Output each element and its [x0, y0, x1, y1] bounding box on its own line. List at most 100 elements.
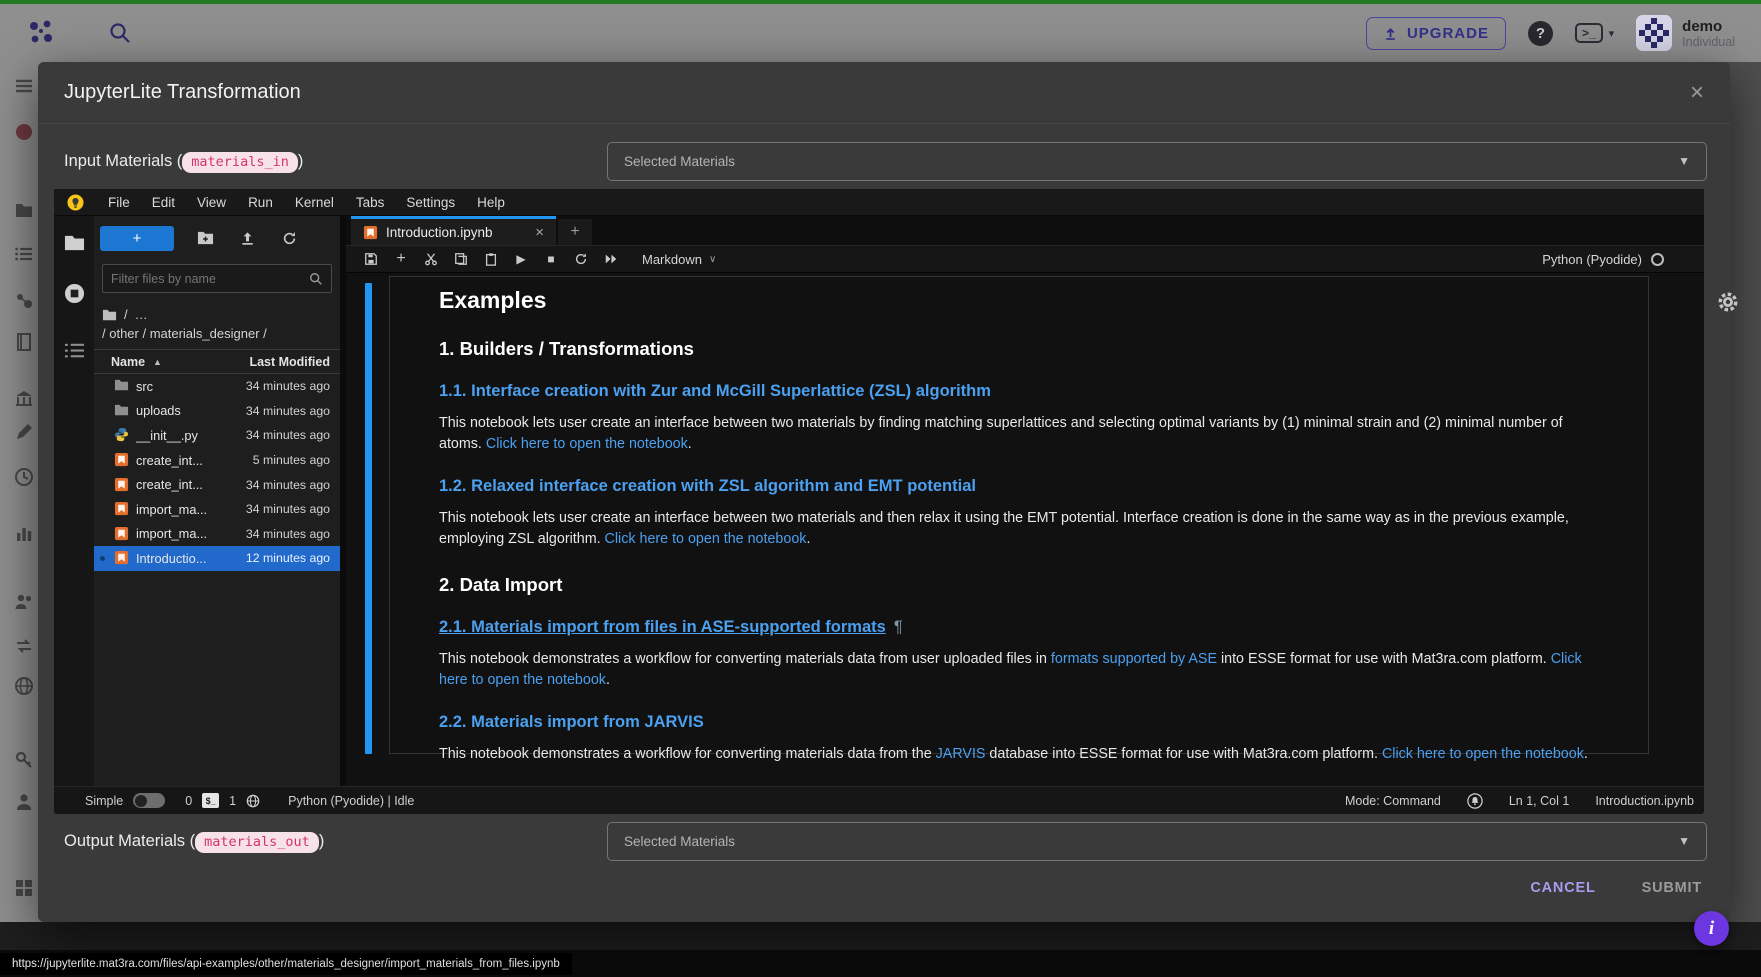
sidebar-pen-icon[interactable] — [14, 422, 34, 442]
search-icon[interactable] — [108, 21, 132, 45]
cut-cell-icon[interactable] — [418, 248, 444, 270]
kernel-status-text[interactable]: Python (Pyodide) | Idle — [288, 794, 414, 808]
markdown-cell[interactable]: Examples 1. Builders / Transformations 1… — [389, 276, 1649, 754]
link-open-notebook[interactable]: Click here to open the notebook — [486, 436, 688, 452]
copy-cell-icon[interactable] — [448, 248, 474, 270]
new-folder-button[interactable] — [184, 226, 226, 251]
menu-kernel[interactable]: Kernel — [284, 195, 345, 210]
sidebar-folder-icon[interactable] — [14, 200, 34, 220]
anchor-pilcrow-icon[interactable]: ¶ — [894, 618, 903, 636]
menu-run[interactable]: Run — [237, 195, 284, 210]
sidebar-person-icon[interactable] — [14, 792, 34, 812]
sidebar-bank-icon[interactable] — [14, 388, 34, 408]
sidebar-book-icon[interactable] — [14, 332, 34, 352]
column-name[interactable]: Name — [111, 355, 145, 369]
heading-2-1: 2.1. Materials import from files in ASE-… — [439, 618, 1604, 637]
column-last-modified[interactable]: Last Modified — [249, 355, 330, 369]
sidebar-atoms-icon[interactable] — [14, 291, 34, 311]
bell-icon[interactable] — [1467, 793, 1483, 809]
filter-files-input[interactable] — [111, 272, 309, 286]
active-cell-indicator[interactable] — [365, 283, 372, 754]
user-menu[interactable]: demo Individual — [1636, 15, 1735, 51]
file-row[interactable]: src 34 minutes ago — [94, 374, 340, 399]
table-of-contents-tab-icon[interactable] — [64, 341, 85, 362]
menu-tabs[interactable]: Tabs — [345, 195, 396, 210]
link-jarvis[interactable]: JARVIS — [936, 746, 986, 762]
link-ase-import-heading[interactable]: 2.1. Materials import from files in ASE-… — [439, 618, 886, 636]
file-browser-tab-icon[interactable] — [64, 233, 85, 254]
console-menu-button[interactable]: >_ ▾ — [1575, 23, 1614, 43]
insert-cell-icon[interactable]: + — [388, 248, 414, 270]
home-folder-icon[interactable] — [102, 308, 117, 321]
menu-edit[interactable]: Edit — [141, 195, 186, 210]
link-open-notebook[interactable]: Click here to open the notebook — [1382, 746, 1584, 762]
upgrade-button[interactable]: UPGRADE — [1366, 17, 1506, 50]
command-mode-indicator[interactable]: Mode: Command — [1345, 794, 1441, 808]
paste-cell-icon[interactable] — [478, 248, 504, 270]
menu-view[interactable]: View — [186, 195, 237, 210]
sidebar-menu-icon[interactable] — [14, 76, 34, 96]
info-button[interactable]: i — [1694, 911, 1729, 946]
breadcrumb-root[interactable]: / — [124, 307, 128, 322]
link-ase-formats[interactable]: formats supported by ASE — [1051, 651, 1217, 667]
notebook-toolbar: + ▶ ■ — [346, 246, 1704, 273]
output-selected-materials-select[interactable]: Selected Materials ▼ — [607, 822, 1707, 861]
link-zsl-heading[interactable]: 1.1. Interface creation with Zur and McG… — [439, 382, 991, 400]
gear-icon[interactable] — [1716, 290, 1740, 314]
file-row[interactable]: __init__.py 34 minutes ago — [94, 423, 340, 448]
sidebar-people-icon[interactable] — [14, 592, 34, 612]
close-icon[interactable]: × — [1690, 81, 1704, 105]
sidebar-key-icon[interactable] — [14, 750, 34, 770]
file-row[interactable]: import_ma... 34 minutes ago — [94, 497, 340, 522]
breadcrumb-ellipsis[interactable]: … — [135, 307, 148, 322]
dialog-title: JupyterLite Transformation — [64, 81, 301, 104]
help-icon[interactable]: ? — [1528, 21, 1553, 46]
input-materials-label: Input Materials (materials_in) — [38, 152, 303, 171]
file-row[interactable]: create_int... 34 minutes ago — [94, 472, 340, 497]
restart-run-all-icon[interactable] — [598, 248, 624, 270]
file-row[interactable]: uploads 34 minutes ago — [94, 399, 340, 424]
sidebar-globe-icon[interactable] — [14, 676, 34, 696]
tab-introduction-ipynb[interactable]: Introduction.ipynb × — [351, 216, 556, 245]
file-row[interactable]: import_ma... 34 minutes ago — [94, 522, 340, 547]
save-icon[interactable] — [358, 248, 384, 270]
run-cell-icon[interactable]: ▶ — [508, 248, 534, 270]
sidebar-logo-icon[interactable] — [14, 122, 34, 142]
submit-button[interactable]: SUBMIT — [1642, 880, 1702, 896]
simple-mode-toggle[interactable] — [133, 793, 165, 808]
python-icon — [114, 427, 130, 443]
brand-logo-icon[interactable] — [26, 18, 56, 48]
cell-type-select[interactable]: Markdown ∨ — [642, 252, 716, 267]
sidebar-swap-icon[interactable] — [14, 636, 34, 656]
stop-kernel-icon[interactable]: ■ — [538, 248, 564, 270]
sidebar-clock-icon[interactable] — [14, 467, 34, 487]
refresh-button[interactable] — [268, 226, 310, 251]
close-tab-icon[interactable]: × — [521, 224, 544, 241]
upload-button[interactable] — [226, 226, 268, 251]
link-emt-heading[interactable]: 1.2. Relaxed interface creation with ZSL… — [439, 477, 976, 495]
cancel-button[interactable]: CANCEL — [1530, 880, 1595, 896]
menu-file[interactable]: File — [97, 195, 141, 210]
folder-icon — [114, 403, 130, 419]
link-jarvis-heading[interactable]: 2.2. Materials import from JARVIS — [439, 713, 704, 731]
link-open-notebook[interactable]: Click here to open the notebook — [605, 531, 807, 547]
input-selected-materials-select[interactable]: Selected Materials ▼ — [607, 142, 1707, 181]
menu-settings[interactable]: Settings — [395, 195, 466, 210]
sidebar-grid-icon[interactable] — [14, 878, 34, 898]
running-kernels-tab-icon[interactable] — [64, 283, 85, 304]
filter-files-box — [102, 264, 332, 293]
sidebar-list-icon[interactable] — [14, 244, 34, 264]
cursor-position[interactable]: Ln 1, Col 1 — [1509, 794, 1569, 808]
kernel-indicator[interactable]: Python (Pyodide) — [1542, 252, 1692, 267]
restart-kernel-icon[interactable] — [568, 248, 594, 270]
file-row[interactable]: create_int... 5 minutes ago — [94, 448, 340, 473]
file-row-selected[interactable]: Introductio... 12 minutes ago — [94, 546, 340, 571]
add-tab-button[interactable]: + — [558, 219, 592, 245]
sort-asc-icon[interactable]: ▲ — [153, 357, 162, 367]
sidebar-chart-icon[interactable] — [14, 523, 34, 543]
menu-help[interactable]: Help — [466, 195, 516, 210]
new-launcher-button[interactable]: + — [100, 226, 174, 251]
paragraph-1-1: This notebook lets user create an interf… — [439, 413, 1604, 455]
file-browser-panel: + / … — [94, 216, 340, 786]
breadcrumb-current-path[interactable]: / other / materials_designer / — [94, 324, 340, 349]
